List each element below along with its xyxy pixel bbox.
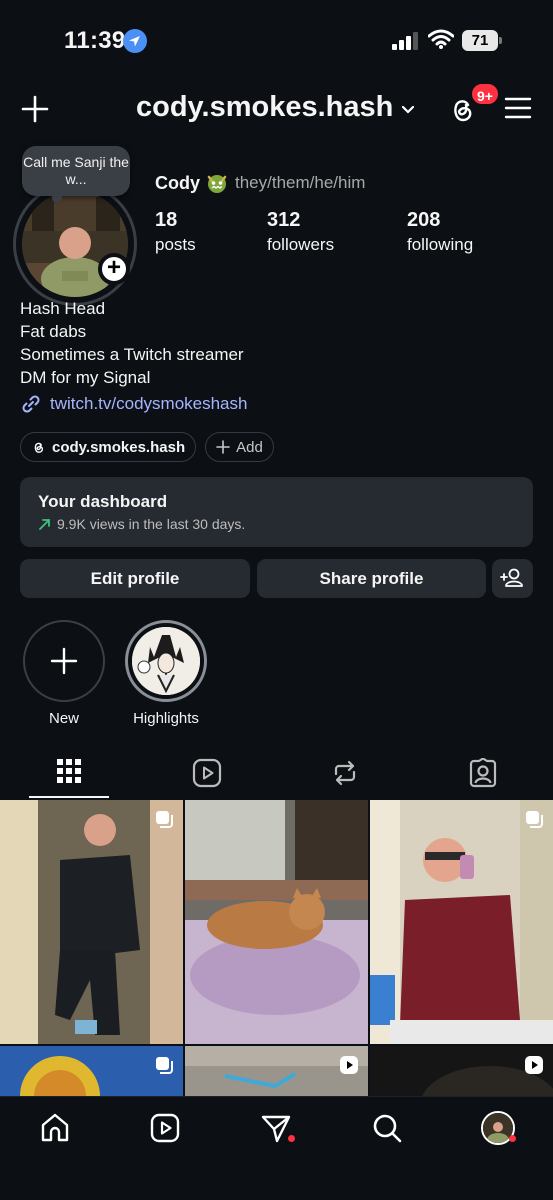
tab-reposts[interactable] <box>276 752 414 798</box>
plus-icon <box>50 647 78 675</box>
note-bubble[interactable]: Call me Sanji the w... <box>22 146 130 203</box>
bio-line: DM for my Signal <box>20 368 151 387</box>
bio-line: Sometimes a Twitch streamer <box>20 345 244 364</box>
highlight-new-circle <box>23 620 105 702</box>
highlight-new[interactable]: New <box>23 620 105 727</box>
edit-profile-button[interactable]: Edit profile <box>20 559 250 598</box>
profile-stats: 18 posts 312 followers 208 following <box>155 209 535 259</box>
create-plus-icon[interactable] <box>20 94 50 124</box>
grid-post[interactable] <box>370 1046 553 1096</box>
grid-post[interactable] <box>370 800 553 1044</box>
status-time: 11:39 <box>64 27 126 54</box>
add-chip[interactable]: Add <box>205 432 274 462</box>
tab-posts[interactable] <box>0 752 138 798</box>
carousel-icon <box>526 811 543 828</box>
carousel-icon <box>156 811 173 828</box>
username-title: cody.smokes.hash <box>136 91 394 123</box>
reel-icon <box>525 1056 543 1074</box>
highlight-cover <box>132 627 200 695</box>
grid-post[interactable] <box>0 800 183 1044</box>
post-image <box>0 800 183 1044</box>
post-image <box>370 800 553 1044</box>
bio-link[interactable]: twitch.tv/codysmokeshash <box>20 393 247 415</box>
wifi-icon <box>428 29 454 49</box>
posts-grid <box>0 800 553 1096</box>
stat-value: 18 <box>155 209 178 231</box>
add-chip-label: Add <box>236 438 263 456</box>
profile-header: cody.smokes.hash 9+ <box>0 82 553 132</box>
reel-icon <box>340 1056 358 1074</box>
grid-post[interactable] <box>185 800 368 1044</box>
home-icon[interactable] <box>38 1111 72 1145</box>
stat-followers[interactable]: 312 followers <box>267 209 334 255</box>
highlight-label: New <box>48 710 79 727</box>
tagged-icon <box>469 758 497 788</box>
highlight-cover-ring <box>125 620 207 702</box>
chevron-down-icon <box>402 105 415 114</box>
reposts-icon <box>334 760 356 786</box>
dashboard-views: 9.9K views in the last 30 days. <box>57 516 246 532</box>
battery-level: 71 <box>462 30 498 51</box>
plus-icon <box>216 440 230 454</box>
reels-icon <box>192 758 222 788</box>
messages-unread-dot <box>288 1135 295 1142</box>
profile-chips: cody.smokes.hash Add <box>20 432 274 462</box>
carousel-icon <box>156 1057 173 1074</box>
post-image <box>185 800 368 1044</box>
location-arrow-icon <box>123 29 147 53</box>
profile-actions: Edit profile Share profile <box>20 559 533 598</box>
threads-icon <box>34 442 44 453</box>
tab-reels[interactable] <box>138 752 276 798</box>
add-story-button[interactable]: + <box>98 253 130 285</box>
avatar-ring[interactable] <box>13 182 137 306</box>
stat-label: followers <box>267 235 335 254</box>
threads-chip-label: cody.smokes.hash <box>52 438 186 456</box>
bio-line: Fat dabs <box>20 322 87 341</box>
stat-posts[interactable]: 18 posts <box>155 209 196 255</box>
pronouns: they/them/he/him <box>235 173 366 192</box>
trend-up-icon <box>39 518 50 530</box>
dashboard-title: Your dashboard <box>38 492 168 511</box>
stat-label: posts <box>155 235 196 254</box>
stat-value: 312 <box>267 209 301 231</box>
posts-grid-icon <box>57 759 81 783</box>
grid-post[interactable] <box>185 1046 368 1096</box>
professional-dashboard[interactable]: Your dashboard 9.9K views in the last 30… <box>20 477 533 547</box>
bio-line: Hash Head <box>20 299 106 318</box>
status-bar: 11:39 71 <box>0 0 553 80</box>
oni-mask-emoji-icon <box>207 175 227 193</box>
add-person-icon <box>500 568 523 587</box>
cellular-signal-icon <box>392 32 418 50</box>
bottom-nav <box>0 1096 553 1200</box>
search-icon[interactable] <box>370 1111 404 1145</box>
profile-notification-dot <box>509 1135 516 1142</box>
display-name: Cody <box>155 172 200 193</box>
display-name-row: Cody they/them/he/him <box>155 172 365 194</box>
discover-people-button[interactable] <box>492 559 533 598</box>
grid-post[interactable] <box>0 1046 183 1096</box>
share-profile-button[interactable]: Share profile <box>257 559 486 598</box>
bio: Hash Head Fat dabs Sometimes a Twitch st… <box>20 297 244 389</box>
notification-badge: 9+ <box>470 82 500 106</box>
stat-label: following <box>407 235 474 254</box>
tab-tagged[interactable] <box>414 752 552 798</box>
stat-value: 208 <box>407 209 441 231</box>
dashboard-subtitle: 9.9K views in the last 30 days. <box>38 516 515 532</box>
threads-profile-chip[interactable]: cody.smokes.hash <box>20 432 197 462</box>
reels-nav-icon[interactable] <box>148 1111 182 1145</box>
battery-indicator: 71 <box>462 30 502 51</box>
content-tabs <box>0 752 553 798</box>
account-switcher[interactable]: cody.smokes.hash <box>136 91 415 124</box>
hamburger-menu-icon[interactable] <box>504 96 532 120</box>
stat-following[interactable]: 208 following <box>407 209 473 255</box>
highlight-cover-image <box>132 627 200 695</box>
link-icon <box>22 395 40 413</box>
highlight-item[interactable]: Highlights <box>125 620 207 727</box>
bio-link-text: twitch.tv/codysmokeshash <box>50 394 248 413</box>
profile-summary: Call me Sanji the w... + Cody they/them/… <box>0 145 553 306</box>
highlight-label: Highlights <box>133 710 199 727</box>
